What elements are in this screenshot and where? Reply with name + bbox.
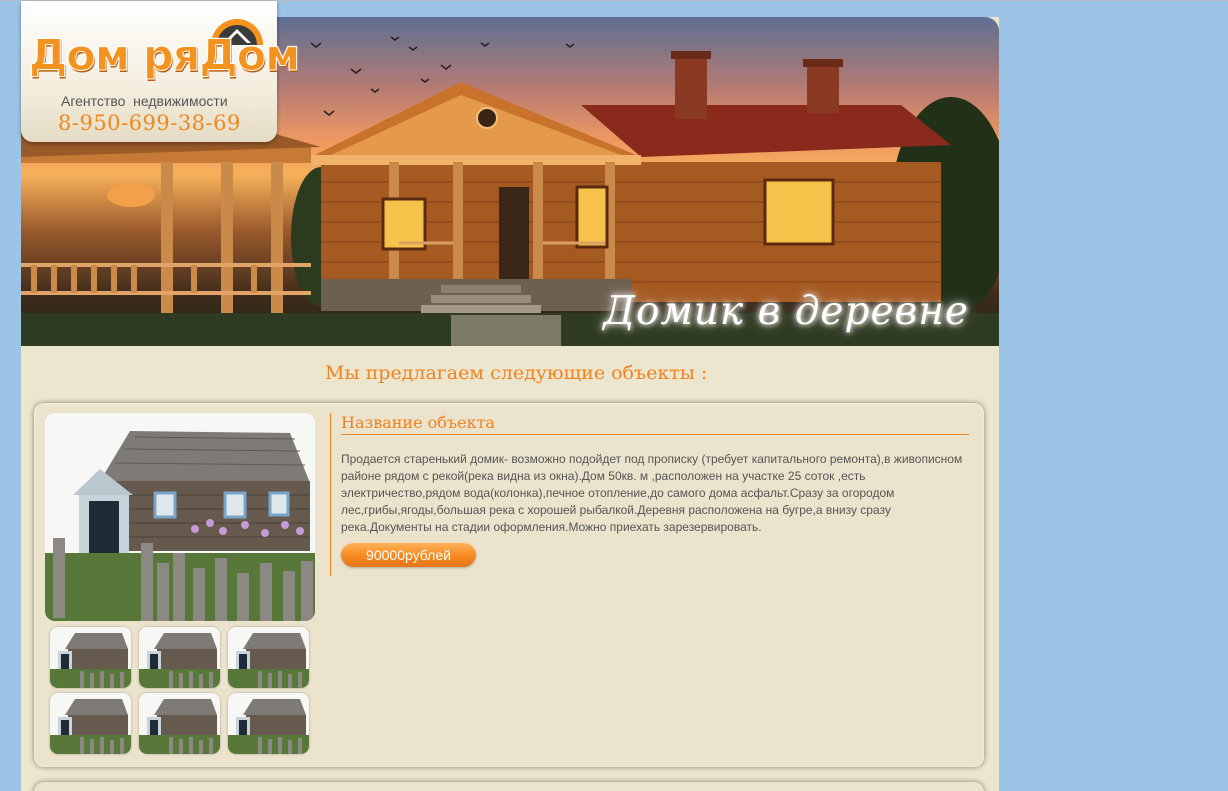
banner-title: Домик в деревне bbox=[603, 289, 969, 334]
house-photo-icon bbox=[45, 413, 315, 621]
listing-title[interactable]: Название объекта bbox=[341, 413, 969, 435]
thumbnail-5[interactable] bbox=[139, 693, 220, 754]
offers-heading: Мы предлагаем следующие объекты : bbox=[325, 362, 708, 384]
site-logo[interactable]: Дом ряДом Агентство недвижимости 8-950-6… bbox=[21, 1, 301, 142]
listing-main-photo[interactable] bbox=[45, 413, 315, 621]
thumbnail-2[interactable] bbox=[139, 627, 220, 688]
listing-description: Продается старенький домик- возможно под… bbox=[341, 452, 963, 534]
price-button[interactable]: 90000рублей bbox=[341, 542, 476, 567]
thumbnail-6[interactable] bbox=[228, 693, 309, 754]
logo-subtitle: Агентство недвижимости bbox=[61, 93, 228, 109]
phone-number[interactable]: 8-950-699-38-69 bbox=[58, 111, 241, 135]
listing-card-next bbox=[34, 782, 984, 791]
thumbnail-1[interactable] bbox=[50, 627, 131, 688]
vertical-divider bbox=[330, 413, 331, 576]
listing-card: Название объекта Продается старенький до… bbox=[34, 403, 984, 767]
logo-name: Дом ряДом bbox=[28, 31, 300, 82]
thumbnail-4[interactable] bbox=[50, 693, 131, 754]
thumbnail-3[interactable] bbox=[228, 627, 309, 688]
